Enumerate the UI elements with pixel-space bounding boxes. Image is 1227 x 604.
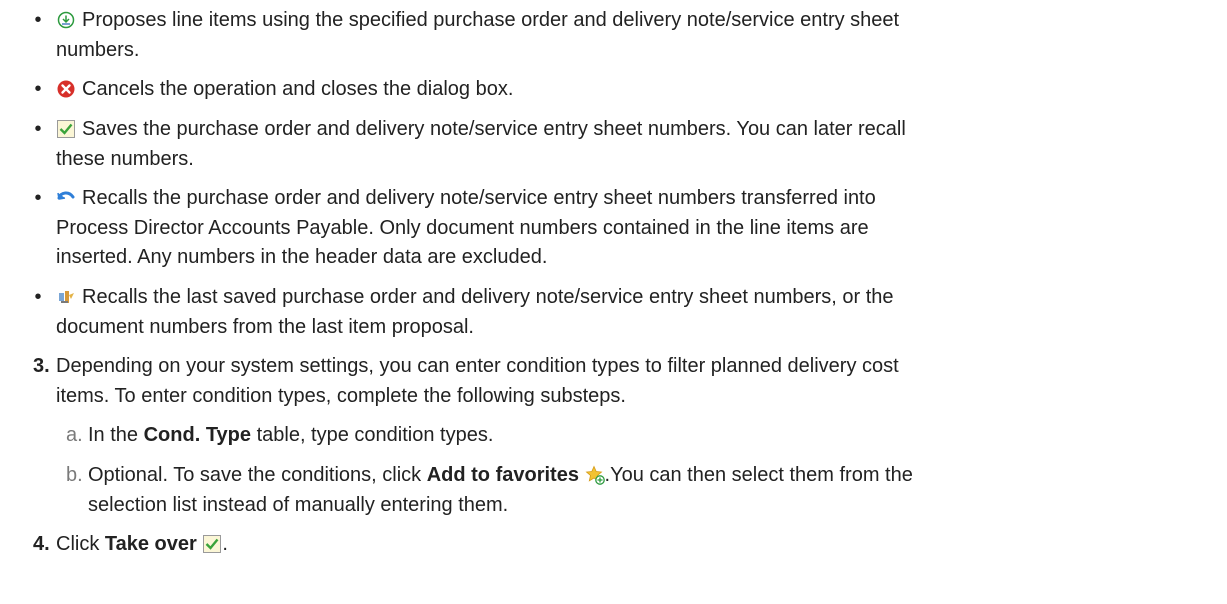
bullet-text: Recalls the purchase order and delivery … (56, 186, 876, 210)
propose-items-icon (56, 10, 76, 30)
substep-a-after: table, type condition types. (251, 424, 494, 446)
step-4-before: Click (56, 533, 105, 555)
take-over-icon (202, 534, 222, 554)
step-3-line-1: Depending on your system settings, you c… (56, 355, 899, 377)
bullet-marker: • (34, 187, 42, 209)
bullet-3-line-1: Saves the purchase order and delivery no… (82, 118, 906, 140)
substep-b-line-2: selection list instead of manually enter… (88, 494, 509, 516)
bullet-1-line-2: numbers. (56, 39, 140, 61)
bullet-1-line-1: Proposes line items using the specified … (82, 9, 900, 31)
step-4-number: 4. (33, 533, 50, 555)
take-over-label: Take over (104, 533, 197, 555)
cond-type-label: Cond. Type (143, 424, 252, 446)
bullet-2-line-1: Cancels the operation and closes the dia… (82, 78, 514, 100)
bullet-marker: • (34, 78, 42, 100)
bullet-5-line-2: document numbers from the last item prop… (56, 316, 474, 338)
step-3-number: 3. (33, 355, 50, 377)
substep-a-before: In the (88, 424, 144, 446)
bullet-text: Cancels the operation and closes the dia… (56, 77, 513, 101)
cancel-icon (56, 79, 76, 99)
bullet-4-line-3: inserted. Any numbers in the header data… (56, 246, 548, 268)
bullet-marker: • (34, 118, 42, 140)
substep-a-text: In the Cond. Type table, type condition … (88, 423, 493, 447)
bullet-marker: • (34, 9, 42, 31)
bullet-5-line-1: Recalls the last saved purchase order an… (82, 286, 894, 308)
step-4-text: Click Take over . (56, 532, 228, 556)
add-to-favorites-label: Add to favorites (426, 464, 579, 486)
step-3-line-2: items. To enter condition types, complet… (56, 385, 626, 407)
bullet-4-line-2: Process Director Accounts Payable. Only … (56, 217, 869, 239)
substep-a-letter: a. (66, 424, 83, 446)
step-4-after: . (222, 533, 228, 555)
substep-b-after: .You can then select them from the (604, 464, 913, 486)
bullet-marker: • (34, 286, 42, 308)
substep-b-text: Optional. To save the conditions, click … (88, 463, 913, 487)
bullet-text: Proposes line items using the specified … (56, 8, 899, 32)
bullet-3-line-2: these numbers. (56, 148, 194, 170)
recall-transferred-icon (56, 188, 76, 208)
bullet-text: Saves the purchase order and delivery no… (56, 117, 906, 141)
substep-b-before: Optional. To save the conditions, click (88, 464, 427, 486)
recall-last-saved-icon (56, 287, 76, 307)
document-page: • Proposes line items using the specifie… (0, 0, 1227, 604)
add-to-favorites-icon (585, 465, 605, 485)
bullet-text: Recalls the last saved purchase order an… (56, 285, 894, 309)
substep-b-letter: b. (66, 464, 83, 486)
save-checkbox-icon (56, 119, 76, 139)
bullet-4-line-1: Recalls the purchase order and delivery … (82, 187, 876, 209)
